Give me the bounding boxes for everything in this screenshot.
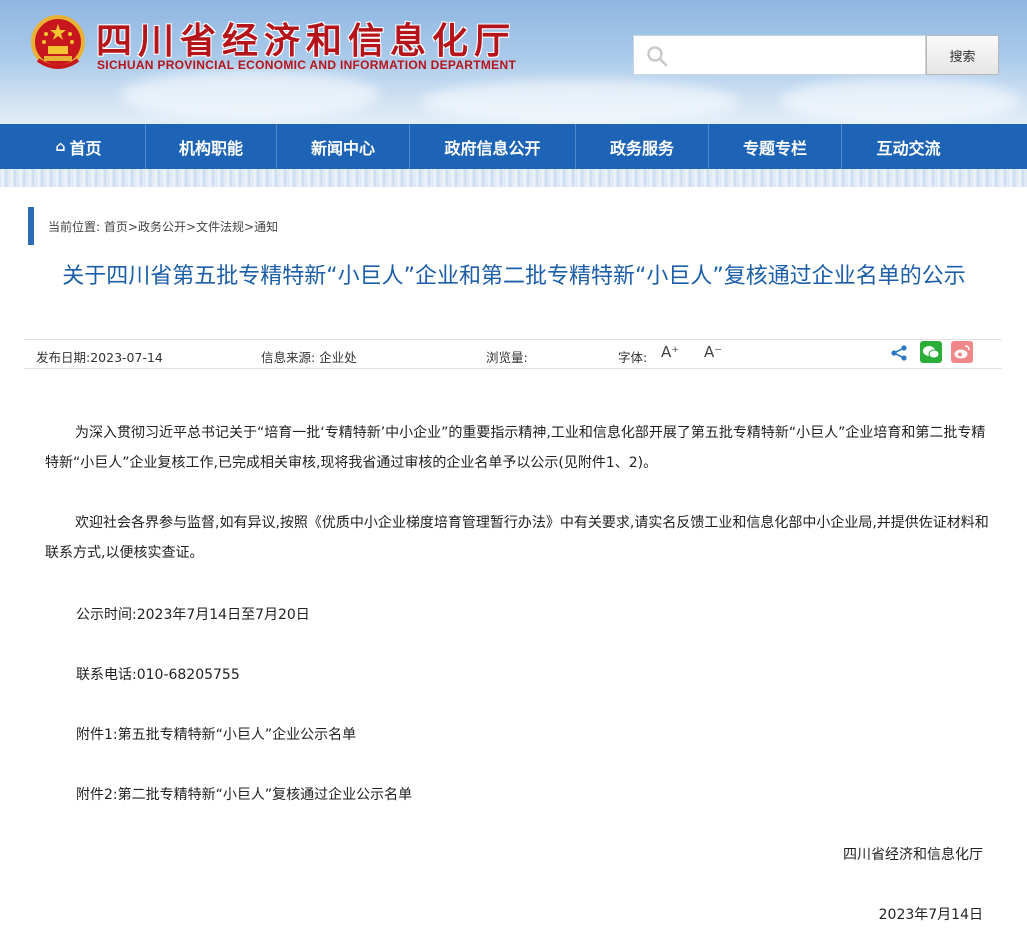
breadcrumb-item-docs[interactable]: 文件法规: [196, 220, 244, 234]
breadcrumb-item-home[interactable]: 首页: [104, 220, 128, 234]
breadcrumb-item-public[interactable]: 政务公开: [138, 220, 186, 234]
site-subtitle: SICHUAN PROVINCIAL ECONOMIC AND INFORMAT…: [97, 58, 517, 72]
breadcrumb: 当前位置: 首页>政务公开>文件法规>通知: [48, 218, 278, 235]
nav-item-label: 政务服务: [609, 138, 674, 158]
site-header: 四川省经济和信息化厅 SICHUAN PROVINCIAL ECONOMIC A…: [0, 0, 1027, 124]
font-size-label: 字体:: [618, 350, 648, 365]
weibo-icon[interactable]: [951, 341, 973, 363]
breadcrumb-prefix: 当前位置:: [48, 220, 104, 234]
attachment-link-2[interactable]: 附件2:第二批专精特新“小巨人”复核通过企业公示名单: [76, 784, 412, 804]
home-icon: ⌂: [55, 138, 66, 155]
search-icon: [647, 46, 668, 67]
nav-item-label: 政府信息公开: [444, 138, 541, 158]
publicity-period: 公示时间:2023年7月14日至7月20日: [76, 607, 310, 623]
nav-item-public-info[interactable]: 政府信息公开: [410, 124, 576, 169]
attachment-link-1[interactable]: 附件1:第五批专精特新“小巨人”企业公示名单: [76, 724, 356, 744]
nav-item-label: 互动交流: [876, 138, 941, 158]
search-button[interactable]: 搜索: [926, 35, 999, 75]
search-input[interactable]: [634, 36, 925, 74]
header-cloud: [780, 78, 1020, 124]
share-icon[interactable]: [890, 344, 908, 362]
nav-item-functions[interactable]: 机构职能: [146, 124, 277, 169]
nav-item-services[interactable]: 政务服务: [576, 124, 709, 169]
contact-phone: 联系电话:010-68205755: [76, 667, 240, 683]
article-paragraph: 为深入贯彻习近平总书记关于“培育一批‘专精特新’中小企业”的重要指示精神,工业和…: [45, 425, 986, 471]
nav-item-label: 机构职能: [178, 138, 243, 158]
nav-item-topics[interactable]: 专题专栏: [709, 124, 842, 169]
article-title: 关于四川省第五批专精特新“小巨人”企业和第二批专精特新“小巨人”复核通过企业名单…: [62, 264, 966, 289]
nav-decor-band: [0, 169, 1027, 187]
search-box: [633, 35, 926, 75]
signature: 四川省经济和信息化厅: [843, 847, 983, 863]
article-meta: 发布日期:2023-07-14 信息来源: 企业处 浏览量: 字体: A⁺ A⁻: [24, 339, 1002, 369]
nav-item-label: 首页: [69, 138, 102, 158]
breadcrumb-item-notice[interactable]: 通知: [254, 220, 278, 234]
breadcrumb-accent: [28, 207, 34, 245]
breadcrumb-separator: >: [185, 220, 197, 234]
nav-item-label: 专题专栏: [742, 138, 807, 158]
wechat-icon[interactable]: [920, 341, 942, 363]
info-source: 信息来源: 企业处: [261, 350, 357, 365]
breadcrumb-separator: >: [244, 220, 255, 234]
font-decrease-button[interactable]: A⁻: [704, 343, 722, 361]
nav-item-home[interactable]: ⌂ 首页: [12, 124, 146, 169]
view-count: 浏览量:: [486, 350, 528, 365]
nav-item-label: 新闻中心: [310, 138, 375, 158]
header-cloud: [420, 80, 740, 124]
breadcrumb-separator: >: [127, 220, 138, 234]
article-paragraph: 欢迎社会各界参与监督,如有异议,按照《优质中小企业梯度培育管理暂行办法》中有关要…: [45, 515, 989, 561]
site-title[interactable]: 四川省经济和信息化厅: [96, 12, 516, 64]
font-increase-button[interactable]: A⁺: [661, 343, 679, 361]
nav-item-interaction[interactable]: 互动交流: [842, 124, 975, 169]
main-nav: ⌂ 首页 机构职能 新闻中心 政府信息公开 政务服务 专题专栏 互动交流: [0, 124, 1027, 169]
publish-date: 发布日期:2023-07-14: [36, 350, 163, 365]
nav-item-news[interactable]: 新闻中心: [277, 124, 410, 169]
national-emblem-icon[interactable]: [30, 14, 86, 72]
header-cloud: [120, 70, 380, 120]
signature-date: 2023年7月14日: [878, 907, 983, 923]
